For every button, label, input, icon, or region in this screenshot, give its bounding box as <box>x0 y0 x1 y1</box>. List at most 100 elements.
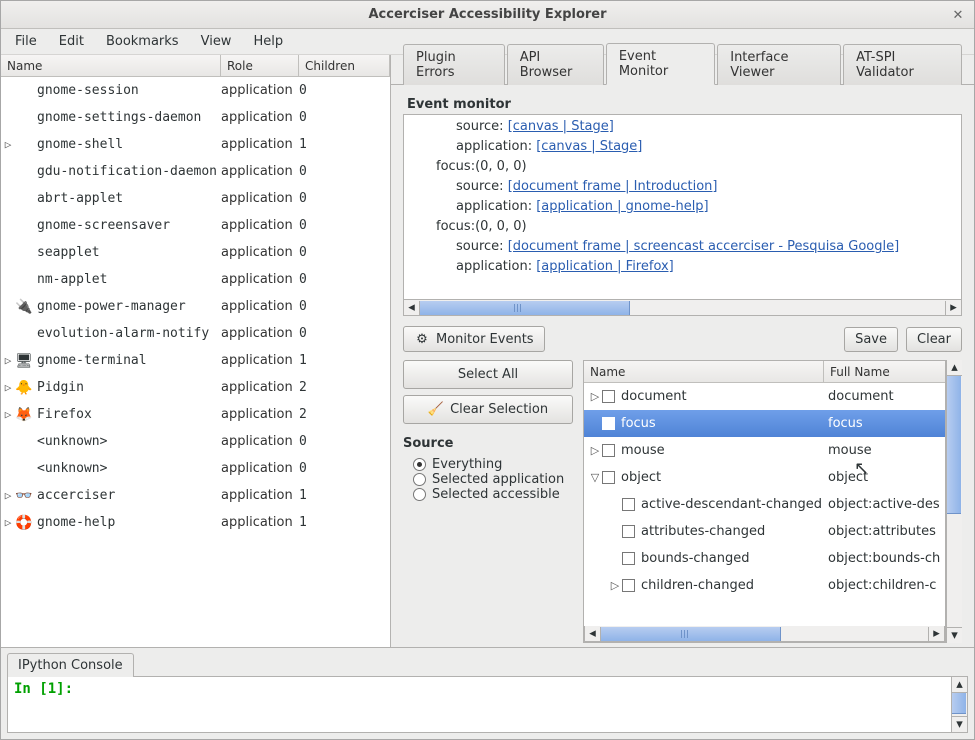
scroll-right-icon[interactable]: ▸ <box>928 627 944 641</box>
tab-ipython-console[interactable]: IPython Console <box>7 653 134 677</box>
tree-row[interactable]: gnome-screensaverapplication0 <box>1 212 390 239</box>
expander-icon[interactable]: ▷ <box>1 516 15 529</box>
log-link[interactable]: [application | Firefox] <box>536 259 674 274</box>
tab-interface-viewer[interactable]: Interface Viewer <box>717 44 841 85</box>
log-line: source: [document frame | screencast acc… <box>410 237 955 257</box>
expander-icon[interactable]: ▷ <box>588 444 602 457</box>
console-prompt: In [1]: <box>14 681 73 697</box>
event-tree-row[interactable]: ▷mousemouse <box>584 437 945 464</box>
expander-icon[interactable]: ▷ <box>1 489 15 502</box>
ipython-console[interactable]: In [1]: ▴ ▾ <box>7 676 968 733</box>
scroll-left-icon[interactable]: ◂ <box>585 627 601 641</box>
log-link[interactable]: [document frame | screencast accerciser … <box>508 239 900 254</box>
save-button[interactable]: Save <box>844 327 898 352</box>
tree-row[interactable]: ▷🐥Pidginapplication2 <box>1 374 390 401</box>
menu-help[interactable]: Help <box>243 30 293 53</box>
expander-icon[interactable]: ▷ <box>1 408 15 421</box>
tab-plugin-errors[interactable]: Plugin Errors <box>403 44 505 85</box>
tree-row[interactable]: ▷🛟gnome-helpapplication1 <box>1 509 390 536</box>
event-name: attributes-changed <box>641 524 765 539</box>
checkbox[interactable] <box>622 552 635 565</box>
log-link[interactable]: [canvas | Stage] <box>508 119 614 134</box>
event-full-name: object:children-c <box>824 578 945 593</box>
expander-icon[interactable]: ▷ <box>1 354 15 367</box>
console-vscroll[interactable]: ▴ ▾ <box>951 677 967 732</box>
tree-row[interactable]: 🔌gnome-power-managerapplication0 <box>1 293 390 320</box>
checkbox[interactable] <box>622 498 635 511</box>
event-tree-row[interactable]: bounds-changedobject:bounds-ch <box>584 545 945 572</box>
app-icon <box>15 83 33 99</box>
event-log-hscroll[interactable]: ◂ ▸ <box>403 300 962 316</box>
expander-icon[interactable]: ▷ <box>1 138 15 151</box>
tree-header-children[interactable]: Children <box>299 55 390 76</box>
event-tree-hscroll[interactable]: ◂ ▸ <box>584 626 945 642</box>
expander-icon[interactable]: ▷ <box>608 579 622 592</box>
expander-icon[interactable]: ▷ <box>1 381 15 394</box>
select-all-button[interactable]: Select All <box>403 360 573 389</box>
event-tree-vscroll[interactable]: ▴ ▾ <box>946 360 962 643</box>
tab-at-spi-validator[interactable]: AT-SPI Validator <box>843 44 962 85</box>
event-tree-header-name[interactable]: Name <box>584 361 824 382</box>
monitor-events-button[interactable]: ⚙ Monitor Events <box>403 326 545 352</box>
event-tree-row[interactable]: attributes-changedobject:attributes <box>584 518 945 545</box>
checkbox[interactable] <box>602 471 615 484</box>
tree-row[interactable]: gnome-settings-daemonapplication0 <box>1 104 390 131</box>
tree-row-children: 2 <box>299 407 390 422</box>
scroll-right-icon[interactable]: ▸ <box>945 301 961 315</box>
menu-bookmarks[interactable]: Bookmarks <box>96 30 189 53</box>
tree-row[interactable]: <unknown>application0 <box>1 428 390 455</box>
event-tree-row[interactable]: ▷children-changedobject:children-c <box>584 572 945 599</box>
log-link[interactable]: [canvas | Stage] <box>536 139 642 154</box>
event-tree-header-full[interactable]: Full Name <box>824 361 945 382</box>
tree-row[interactable]: ▷gnome-shellapplication1 <box>1 131 390 158</box>
event-log[interactable]: source: [canvas | Stage]application: [ca… <box>403 114 962 300</box>
source-radio-everything[interactable]: Everything <box>403 457 573 472</box>
tree-row[interactable]: gnome-sessionapplication0 <box>1 77 390 104</box>
tree-row[interactable]: gdu-notification-daemonapplication0 <box>1 158 390 185</box>
tree-row-children: 0 <box>299 434 390 449</box>
expander-icon[interactable]: ▽ <box>588 471 602 484</box>
app-icon <box>15 191 33 207</box>
tree-row[interactable]: nm-appletapplication0 <box>1 266 390 293</box>
tree-row-name: Firefox <box>37 407 92 422</box>
checkbox[interactable] <box>622 525 635 538</box>
tab-api-browser[interactable]: API Browser <box>507 44 604 85</box>
tree-row[interactable]: ▷🦊Firefoxapplication2 <box>1 401 390 428</box>
tree-row[interactable]: <unknown>application0 <box>1 455 390 482</box>
event-tree-row[interactable]: ▷documentdocument <box>584 383 945 410</box>
tree-row[interactable]: ▷🖥gnome-terminalapplication1 <box>1 347 390 374</box>
tree-row[interactable]: ▷👓accerciserapplication1 <box>1 482 390 509</box>
clear-button[interactable]: Clear <box>906 327 962 352</box>
checkbox[interactable] <box>622 579 635 592</box>
menu-file[interactable]: File <box>5 30 47 53</box>
tab-event-monitor[interactable]: Event Monitor <box>606 43 715 85</box>
tree-row[interactable]: abrt-appletapplication0 <box>1 185 390 212</box>
tree-row-name: gnome-help <box>37 515 115 530</box>
app-icon <box>15 137 33 153</box>
close-icon[interactable]: ✕ <box>948 5 968 25</box>
source-radio-selected-accessible[interactable]: Selected accessible <box>403 487 573 502</box>
clear-selection-button[interactable]: 🧹 Clear Selection <box>403 395 573 424</box>
event-tree-row[interactable]: ▽objectobject <box>584 464 945 491</box>
tree-row-children: 0 <box>299 272 390 287</box>
menu-edit[interactable]: Edit <box>49 30 94 53</box>
log-link[interactable]: [document frame | Introduction] <box>508 179 718 194</box>
log-line: focus:(0, 0, 0) <box>410 217 955 237</box>
log-link[interactable]: [application | gnome-help] <box>536 199 708 214</box>
menu-view[interactable]: View <box>191 30 242 53</box>
source-radio-selected-application[interactable]: Selected application <box>403 472 573 487</box>
checkbox[interactable] <box>602 444 615 457</box>
scroll-left-icon[interactable]: ◂ <box>404 301 420 315</box>
tree-row-role: application <box>221 191 299 206</box>
tree-row[interactable]: seappletapplication0 <box>1 239 390 266</box>
tree-row-role: application <box>221 164 299 179</box>
checkbox[interactable] <box>602 390 615 403</box>
tree-row-children: 1 <box>299 515 390 530</box>
expander-icon[interactable]: ▷ <box>588 390 602 403</box>
event-tree-row[interactable]: active-descendant-changedobject:active-d… <box>584 491 945 518</box>
tree-row[interactable]: evolution-alarm-notifyapplication0 <box>1 320 390 347</box>
tree-header-name[interactable]: Name <box>1 55 221 76</box>
checkbox[interactable] <box>602 417 615 430</box>
event-tree-row[interactable]: focusfocus <box>584 410 945 437</box>
tree-header-role[interactable]: Role <box>221 55 299 76</box>
